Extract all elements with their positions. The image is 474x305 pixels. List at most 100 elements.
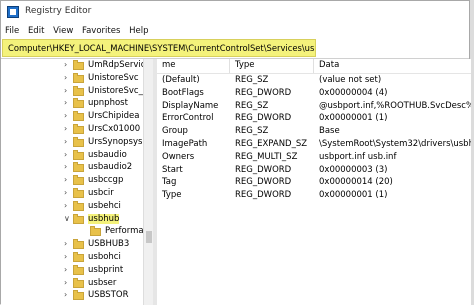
folder-icon [90,226,101,237]
tree-item-label: UrsCx01000 [88,124,141,134]
tree-item-label: usbaudio [88,149,127,160]
column-separator[interactable] [313,59,314,73]
chevron-right-icon[interactable]: › [64,86,72,95]
value-row[interactable]: DisplayName REG_SZ @usbport.inf,%ROOTHUB.S… [157,100,471,113]
tree-item-label: UmRdpService [88,60,151,70]
chevron-right-icon[interactable]: › [64,163,72,171]
chevron-right-icon[interactable]: › [64,278,72,287]
tree-item-label: UrsChipidea [88,111,140,122]
folder-icon [73,111,84,122]
folder-icon [73,98,84,109]
value-type: REG_DWORD [235,164,292,175]
title-bar: Registry Editor [1,1,469,23]
value-type: REG_DWORD [235,190,292,201]
column-type-header[interactable]: Type [235,60,255,70]
tree-item-label: usbccgp [88,175,124,186]
chevron-right-icon[interactable]: › [64,137,72,146]
menu-help[interactable]: Help [125,24,148,36]
value-name: BootFlags [162,87,204,98]
folder-icon [73,175,84,186]
key-tree: › UmRdpService › UnistoreSvc › UnistoreSvc_11… [1,59,153,305]
folder-icon [73,252,84,262]
folder-icon [73,85,84,96]
chevron-right-icon[interactable]: › [64,253,72,261]
window-title: Registry Editor [25,6,92,16]
menu-file[interactable]: File [1,24,19,36]
value-row[interactable]: Group REG_SZ Base [157,125,471,138]
registry-editor-icon [7,6,19,18]
column-name-header[interactable]: me [162,60,176,70]
tree-item-label: usbehci [88,200,121,211]
value-name: Start [162,164,183,175]
chevron-right-icon[interactable]: › [64,189,72,197]
chevron-right-icon[interactable]: › [64,73,72,82]
menu-view[interactable]: View [49,24,73,36]
tree-item-label: USBHUB3 [88,239,130,250]
folder-icon [73,213,84,224]
value-name: Owners [162,151,195,162]
value-data: usbport.inf usb.inf [319,151,397,162]
value-row[interactable]: ErrorControl REG_DWORD 0x00000001 (1) [157,112,471,125]
registry-editor-window: Registry Editor File Edit View Favorites… [0,0,471,305]
value-type: REG_SZ [235,75,269,85]
menu-favorites[interactable]: Favorites [78,24,120,36]
address-bar[interactable]: Computer\HKEY_LOCAL_MACHINE\SYSTEM\Curre… [2,39,316,57]
value-row[interactable]: (Default) REG_SZ (value not set) [157,74,471,87]
value-name: DisplayName [162,100,219,111]
chevron-right-icon[interactable]: › [64,201,72,210]
value-row[interactable]: Owners REG_MULTI_SZ usbport.inf usb.inf [157,151,471,164]
value-data: \SystemRoot\System32\drivers\usbhub.s [319,139,471,149]
folder-icon [73,290,84,301]
chevron-right-icon[interactable]: › [64,61,72,69]
chevron-right-icon[interactable]: › [64,240,72,248]
folder-icon [73,188,84,198]
value-data: 0x00000004 (4) [319,87,388,98]
tree-item-label: USBSTOR [88,290,129,301]
value-row[interactable]: BootFlags REG_DWORD 0x00000004 (4) [157,87,471,100]
tree-item-label: usbser [88,277,117,288]
tree-scrollbar-thumb[interactable] [146,231,152,243]
value-type: REG_EXPAND_SZ [235,139,308,149]
value-type: REG_DWORD [235,177,292,188]
chevron-right-icon[interactable]: › [64,150,72,159]
tree-item-label: usbohci [88,252,121,262]
value-data: @usbport.inf,%ROOTHUB.SvcDesc%;Micr [319,100,471,111]
value-data: 0x00000003 (3) [319,164,388,175]
tree-item-label: UrsSynopsys [88,136,143,147]
folder-icon [73,239,84,250]
tree-item-label: usbprint [88,264,124,275]
chevron-right-icon[interactable]: › [64,112,72,120]
chevron-down-icon[interactable]: ∨ [64,214,72,223]
value-type: REG_DWORD [235,87,292,98]
chevron-right-icon[interactable]: › [64,265,72,274]
tree-item-label: usbcir [88,188,114,198]
values-header: me Type Data [157,59,471,74]
tree-item[interactable]: › USBSTOR [1,289,151,303]
chevron-right-icon[interactable]: › [64,125,72,133]
chevron-right-icon[interactable]: › [64,291,72,299]
column-data-header[interactable]: Data [319,60,339,70]
value-data: 0x00000001 (1) [319,113,388,124]
value-data: Base [319,126,340,137]
folder-icon [73,162,84,173]
value-name: Type [162,190,182,201]
menu-edit[interactable]: Edit [24,24,44,36]
value-row[interactable]: Tag REG_DWORD 0x00000014 (20) [157,176,471,189]
value-data: 0x00000001 (1) [319,190,388,201]
chevron-right-icon[interactable]: › [64,99,72,107]
value-name: (Default) [162,75,200,85]
value-type: REG_SZ [235,100,269,111]
value-name: ErrorControl [162,113,214,124]
folder-icon [73,136,84,147]
chevron-right-icon[interactable]: › [64,176,72,184]
column-separator[interactable] [229,59,230,73]
value-row[interactable]: ImagePath REG_EXPAND_SZ \SystemRoot\System… [157,138,471,151]
menu-bar: File Edit View Favorites Help [1,24,469,40]
folder-icon [73,149,84,160]
value-name: Group [162,126,188,137]
tree-item-label: usbaudio2 [88,162,133,173]
folder-icon [73,277,84,288]
value-row[interactable]: Type REG_DWORD 0x00000001 (1) [157,189,471,202]
value-row[interactable]: Start REG_DWORD 0x00000003 (3) [157,164,471,177]
folder-icon [73,200,84,211]
